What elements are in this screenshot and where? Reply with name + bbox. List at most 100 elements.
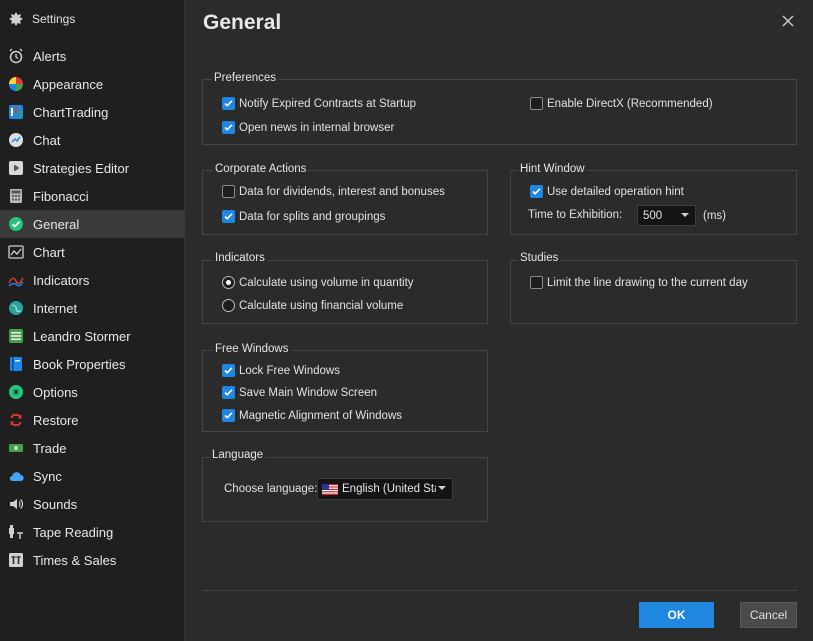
list-icon <box>9 329 23 343</box>
sidebar-item-label: Strategies Editor <box>33 160 130 176</box>
time-exhibition-label: Time to Exhibition: <box>528 209 623 221</box>
sidebar-item-label: ChartTrading <box>33 104 109 120</box>
chevron-down-icon <box>438 486 446 490</box>
globe-icon <box>9 301 23 315</box>
sidebar-item-chat[interactable]: Chat <box>0 126 185 154</box>
indicator-lines-icon <box>8 277 24 287</box>
sidebar-item-label: Options <box>33 384 78 400</box>
chevron-down-icon <box>681 213 689 217</box>
sidebar-item-indicators[interactable]: Indicators <box>0 266 185 294</box>
open-news-checkbox[interactable]: Open news in internal browser <box>222 121 394 134</box>
notify-expired-checkbox[interactable]: Notify Expired Contracts at Startup <box>222 97 416 110</box>
checkbox-label: Use detailed operation hint <box>547 185 684 198</box>
financial-volume-radio[interactable]: Calculate using financial volume <box>222 299 403 312</box>
sidebar-item-sync[interactable]: Sync <box>0 462 185 490</box>
sidebar-item-label: Book Properties <box>33 356 126 372</box>
sidebar-item-sounds[interactable]: Sounds <box>0 490 185 518</box>
volume-quantity-radio[interactable]: Calculate using volume in quantity <box>222 276 414 289</box>
checkbox-unchecked-icon <box>530 276 543 289</box>
speaker-icon <box>10 499 24 509</box>
studies-group <box>510 260 797 324</box>
indicators-group <box>202 260 488 324</box>
calculator-icon <box>10 189 22 203</box>
time-exhibition-select[interactable]: 500 <box>637 205 696 226</box>
studies-title: Studies <box>518 252 561 264</box>
checkbox-label: Magnetic Alignment of Windows <box>239 409 402 422</box>
select-value: 500 <box>643 209 663 222</box>
checkbox-label: Notify Expired Contracts at Startup <box>239 97 417 110</box>
sidebar-item-label: General <box>33 216 80 232</box>
select-value: English (United Stat <box>342 483 436 495</box>
sidebar-item-label: Internet <box>33 300 78 316</box>
sidebar-item-trade[interactable]: Trade <box>0 434 185 462</box>
ok-button[interactable]: OK <box>639 602 714 628</box>
sidebar-item-alerts[interactable]: Alerts <box>0 42 185 70</box>
us-flag-icon <box>322 483 338 495</box>
sidebar-item-fibonacci[interactable]: Fibonacci <box>0 182 185 210</box>
sidebar-item-restore[interactable]: Restore <box>0 406 185 434</box>
checkbox-label: Enable DirectX (Recommended) <box>547 97 713 110</box>
sidebar-title: Settings <box>32 12 76 26</box>
sidebar-item-label: Appearance <box>33 76 104 92</box>
checkbox-checked-icon <box>222 121 235 134</box>
sidebar-item-label: Chart <box>33 244 65 260</box>
sidebar-item-charttrading[interactable]: ChartTrading <box>0 98 185 126</box>
checkbox-label: Save Main Window Screen <box>239 386 378 399</box>
sidebar-item-tape-reading[interactable]: Tape Reading <box>0 518 185 546</box>
sidebar-item-book-properties[interactable]: Book Properties <box>0 350 185 378</box>
checkbox-unchecked-icon <box>530 97 543 110</box>
indicators-title: Indicators <box>213 252 267 264</box>
checkbox-checked-icon <box>222 364 235 377</box>
sidebar-item-label: Trade <box>33 440 67 456</box>
checkbox-checked-icon <box>530 185 543 198</box>
chat-icon <box>9 133 23 147</box>
footer-divider <box>202 590 797 591</box>
detailed-hint-checkbox[interactable]: Use detailed operation hint <box>530 185 684 198</box>
close-icon[interactable] <box>780 13 796 29</box>
restore-icon <box>10 413 22 427</box>
hint-window-title: Hint Window <box>518 163 587 175</box>
save-main-window-checkbox[interactable]: Save Main Window Screen <box>222 386 377 399</box>
language-select[interactable]: English (United Stat <box>317 478 453 500</box>
checkbox-label: Open news in internal browser <box>239 121 395 134</box>
cancel-button[interactable]: Cancel <box>740 602 797 628</box>
checkbox-checked-icon <box>222 210 235 223</box>
magnetic-alignment-checkbox[interactable]: Magnetic Alignment of Windows <box>222 409 402 422</box>
line-chart-icon <box>8 245 24 259</box>
check-circle-icon <box>9 217 23 231</box>
limit-line-checkbox[interactable]: Limit the line drawing to the current da… <box>530 276 748 289</box>
sidebar-item-leandro-stormer[interactable]: Leandro Stormer <box>0 322 185 350</box>
tape-reading-icon <box>9 525 23 539</box>
lock-free-windows-checkbox[interactable]: Lock Free Windows <box>222 364 340 377</box>
sidebar-item-general[interactable]: General <box>0 210 185 238</box>
sidebar-item-appearance[interactable]: Appearance <box>0 70 185 98</box>
sidebar-item-label: Chat <box>33 132 61 148</box>
color-wheel-icon <box>9 77 23 91</box>
sidebar-item-label: Leandro Stormer <box>33 328 131 344</box>
radio-label: Calculate using volume in quantity <box>239 276 414 289</box>
sidebar-item-strategies-editor[interactable]: Strategies Editor <box>0 154 185 182</box>
preferences-title: Preferences <box>212 72 279 84</box>
sidebar-item-internet[interactable]: Internet <box>0 294 185 322</box>
sidebar-item-chart[interactable]: Chart <box>0 238 185 266</box>
preferences-group <box>202 79 797 145</box>
checkbox-label: Data for splits and groupings <box>239 210 386 223</box>
sidebar-item-options[interactable]: Options <box>0 378 185 406</box>
checkbox-label: Limit the line drawing to the current da… <box>547 276 748 289</box>
sidebar-item-label: Fibonacci <box>33 188 89 204</box>
sidebar: Settings Alerts Appearance ChartTrading … <box>0 0 185 641</box>
radio-unselected-icon <box>222 299 235 312</box>
sidebar-item-label: Sync <box>33 468 62 484</box>
dividends-checkbox[interactable]: Data for dividends, interest and bonuses <box>222 185 445 198</box>
enable-directx-checkbox[interactable]: Enable DirectX (Recommended) <box>530 97 713 110</box>
chart-trading-icon <box>9 105 23 119</box>
sidebar-header: Settings <box>8 10 75 28</box>
sidebar-item-label: Tape Reading <box>33 524 114 540</box>
splits-checkbox[interactable]: Data for splits and groupings <box>222 210 385 223</box>
money-icon <box>9 444 23 452</box>
sidebar-item-label: Restore <box>33 412 79 428</box>
sidebar-item-label: Indicators <box>33 272 90 288</box>
sidebar-item-times-sales[interactable]: Times & Sales <box>0 546 185 574</box>
choose-language-label: Choose language: <box>224 483 318 495</box>
checkbox-checked-icon <box>222 409 235 422</box>
